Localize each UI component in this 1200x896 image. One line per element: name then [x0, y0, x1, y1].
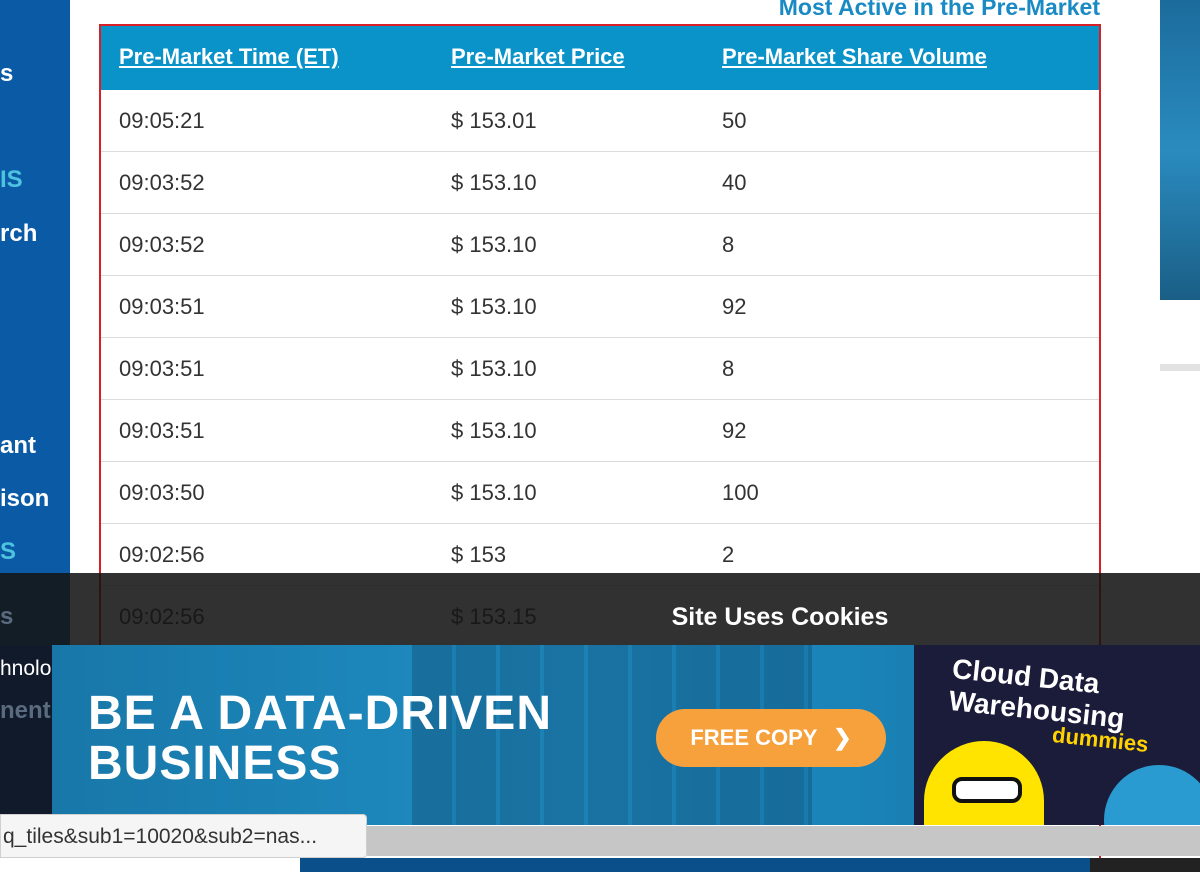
nav-item[interactable]: S	[0, 538, 16, 566]
book-title: Cloud Data Warehousing	[947, 653, 1129, 735]
time-cell: 09:02:56	[119, 542, 205, 567]
nav-item[interactable]: rch	[0, 220, 37, 248]
mascot-glasses-icon	[952, 777, 1022, 803]
cookie-banner-title: Site Uses Cookies	[671, 603, 889, 631]
free-copy-label: FREE COPY	[690, 725, 818, 750]
table-header: Pre-Market Time (ET) Pre-Market Price Pr…	[101, 26, 1099, 90]
table-row: 09:03:52 $ 153.10 8	[101, 214, 1099, 276]
nav-item[interactable]: s	[0, 60, 13, 88]
column-header-volume[interactable]: Pre-Market Share Volume	[722, 44, 987, 70]
disc-graphic	[1104, 765, 1200, 825]
volume-cell: 100	[722, 480, 759, 505]
table-row: 09:05:21 $ 153.01 50	[101, 90, 1099, 152]
free-copy-button[interactable]: FREE COPY ❯	[656, 709, 886, 767]
price-cell: $ 153.01	[451, 108, 537, 133]
table-row: 09:03:51 $ 153.10 92	[101, 400, 1099, 462]
ad-headline: BE A DATA-DRIVEN BUSINESS	[88, 689, 552, 789]
book-cover-image: Cloud Data Warehousing dummies	[914, 645, 1200, 825]
price-cell: $ 153	[451, 542, 507, 567]
footer-blue-bar	[300, 858, 1090, 872]
table-row: 09:03:50 $ 153.10 100	[101, 462, 1099, 524]
ad-headline-line1: BE A DATA-DRIVEN	[88, 687, 552, 740]
price-cell: $ 153.10	[451, 170, 537, 195]
book-brand: dummies	[1051, 722, 1150, 757]
nav-item: nent	[0, 697, 51, 724]
volume-cell: 8	[722, 356, 735, 381]
time-cell: 09:03:52	[119, 232, 205, 257]
ad-banner[interactable]: BE A DATA-DRIVEN BUSINESS FREE COPY ❯ Cl…	[52, 645, 1200, 825]
time-cell: 09:03:51	[119, 356, 205, 381]
cookie-banner: Site Uses Cookies	[0, 573, 1200, 645]
page: s IS rch ant ison S Most Active in the P…	[0, 0, 1200, 896]
time-cell: 09:03:50	[119, 480, 205, 505]
price-cell: $ 153.10	[451, 294, 537, 319]
time-cell: 09:03:52	[119, 170, 205, 195]
footer-dark-bar	[1090, 858, 1200, 872]
time-cell: 09:03:51	[119, 418, 205, 443]
volume-cell: 2	[722, 542, 735, 567]
ad-headline-line2: BUSINESS	[88, 737, 342, 790]
table-row: 09:03:51 $ 153.10 8	[101, 338, 1099, 400]
time-cell: 09:05:21	[119, 108, 205, 133]
volume-cell: 92	[722, 418, 747, 443]
page-footer-strip	[0, 858, 1200, 896]
column-header-time[interactable]: Pre-Market Time (ET)	[119, 44, 339, 70]
nav-item[interactable]: ant	[0, 432, 36, 460]
volume-cell: 92	[722, 294, 747, 319]
table-row: 09:03:52 $ 153.10 40	[101, 152, 1099, 214]
price-cell: $ 153.10	[451, 356, 537, 381]
price-cell: $ 153.10	[451, 480, 537, 505]
side-divider	[1160, 364, 1200, 371]
volume-cell: 50	[722, 108, 747, 133]
volume-cell: 40	[722, 170, 747, 195]
horizontal-scrollbar[interactable]	[367, 826, 1200, 856]
column-header-price[interactable]: Pre-Market Price	[451, 44, 625, 70]
volume-cell: 8	[722, 232, 735, 257]
nav-item: hnolo	[0, 657, 52, 680]
table-row: 09:03:51 $ 153.10 92	[101, 276, 1099, 338]
cookie-banner-text-area: s hnolo nent	[0, 603, 52, 815]
nav-item: s	[0, 603, 14, 630]
nav-item[interactable]: ison	[0, 485, 49, 513]
price-cell: $ 153.10	[451, 418, 537, 443]
chevron-right-icon: ❯	[833, 725, 852, 750]
price-cell: $ 153.10	[451, 232, 537, 257]
section-title: Most Active in the Pre-Market	[778, 0, 1100, 20]
status-bar-url: q_tiles&sub1=10020&sub2=nas...	[0, 814, 367, 858]
nav-item[interactable]: IS	[0, 166, 23, 194]
side-promo-image[interactable]	[1160, 0, 1200, 300]
time-cell: 09:03:51	[119, 294, 205, 319]
